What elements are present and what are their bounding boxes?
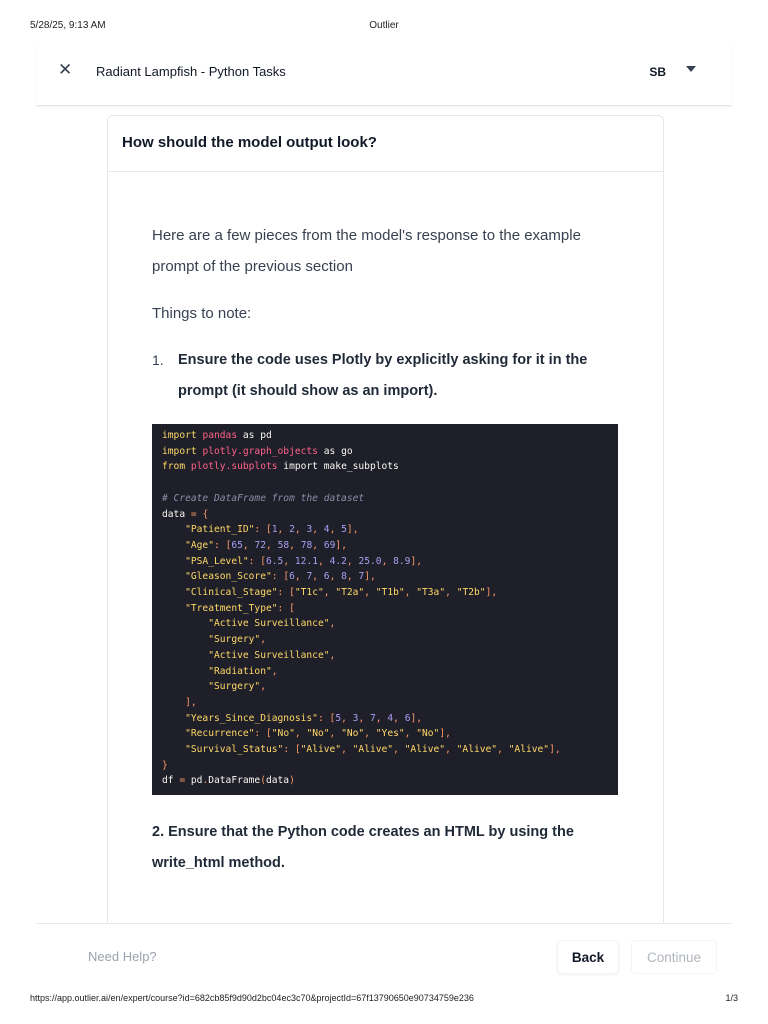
card-title: How should the model output look? (108, 116, 663, 172)
code-line: "Surgery", (208, 681, 266, 693)
code-line: ], (185, 696, 197, 708)
code-line: "PSA_Level": [6.5, 12.1, 4.2, 25.0, 8.9]… (185, 555, 423, 567)
step-2-text: 2. Ensure that the Python code creates a… (152, 824, 574, 871)
print-url: https://app.outlier.ai/en/expert/course?… (30, 993, 474, 1003)
code-line: from plotly.subplots import make_subplot… (162, 461, 399, 473)
code-line: import plotly.graph_objects as go (162, 445, 353, 457)
print-header: 5/28/25, 9:13 AM Outlier (0, 0, 768, 40)
course-title: Radiant Lampfish - Python Tasks (96, 64, 286, 79)
print-title: Outlier (369, 20, 399, 31)
code-line: data = { (162, 508, 209, 520)
list-item-step-1: 1. Ensure the code uses Plotly by explic… (152, 345, 619, 407)
step-1-text: Ensure the code uses Plotly by explicitl… (178, 352, 588, 399)
content-card: How should the model output look? Here a… (107, 115, 664, 935)
list-number: 1. (152, 352, 164, 368)
top-bar: ✕ Radiant Lampfish - Python Tasks SB (36, 40, 732, 106)
code-line: } (162, 759, 168, 771)
close-icon[interactable]: ✕ (58, 60, 72, 80)
code-line: "Active Surveillance", (208, 618, 336, 630)
code-line: "Radiation", (208, 665, 278, 677)
code-screenshot: import pandas as pd import plotly.graph_o… (152, 424, 618, 795)
card-body: Here are a few pieces from the model's r… (108, 172, 663, 879)
user-avatar-initials[interactable]: SB (649, 65, 666, 79)
caret-down-icon[interactable] (686, 66, 696, 72)
note-label: Things to note: (152, 305, 252, 322)
continue-button[interactable]: Continue (631, 940, 717, 974)
footer-bar: Need Help? Back Continue (36, 923, 732, 988)
code-line: "Surgery", (208, 634, 266, 646)
code-line: "Active Surveillance", (208, 649, 336, 661)
code-line: "Patient_ID": [1, 2, 3, 4, 5], (185, 524, 359, 536)
code-line: "Years_Since_Diagnosis": [5, 3, 7, 4, 6]… (185, 712, 423, 724)
code-line: import pandas as pd (162, 430, 272, 441)
code-line: "Treatment_Type": [ (185, 602, 295, 614)
code-line: df = pd.DataFrame(data) (162, 775, 295, 787)
code-line: "Recurrence": ["No", "No", "No", "Yes", … (185, 728, 451, 740)
print-page-number: 1/3 (725, 993, 738, 1003)
code-line: "Clinical_Stage": ["T1c", "T2a", "T1b", … (185, 587, 498, 599)
back-button[interactable]: Back (557, 940, 619, 974)
intro-paragraph: Here are a few pieces from the model's r… (152, 227, 581, 275)
code-line: "Gleason_Score": [6, 7, 6, 8, 7], (185, 571, 376, 583)
code-line: "Age": [65, 72, 58, 78, 69], (185, 539, 347, 551)
code-line: "Survival_Status": ["Alive", "Alive", "A… (185, 744, 561, 756)
code-line: # Create DataFrame from the dataset (162, 492, 365, 504)
need-help-link[interactable]: Need Help? (88, 949, 157, 964)
